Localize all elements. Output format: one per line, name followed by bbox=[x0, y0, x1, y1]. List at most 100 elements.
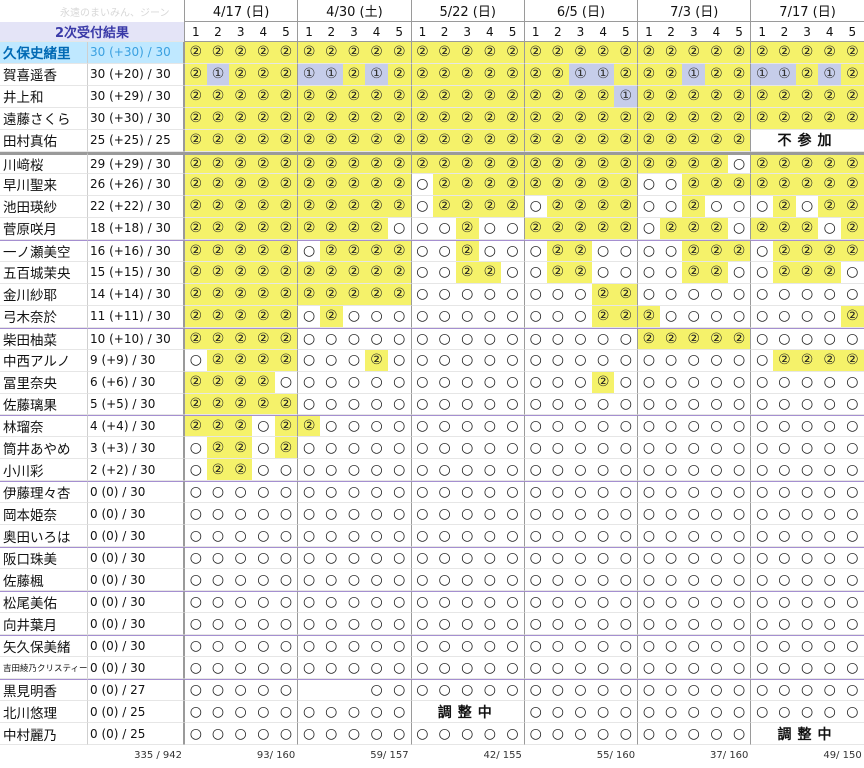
result-cell: ○ bbox=[433, 394, 456, 416]
result-cell: ○ bbox=[569, 723, 592, 745]
result-cell: ○ bbox=[387, 415, 411, 438]
result-cell: ○ bbox=[591, 613, 615, 636]
result-cell: ○ bbox=[433, 284, 456, 306]
result-cell: ○ bbox=[523, 503, 547, 526]
result-cell: ② bbox=[614, 107, 638, 130]
result-cell: ② bbox=[546, 85, 570, 108]
result-cell: ○ bbox=[637, 415, 660, 438]
result-cell: ○ bbox=[184, 657, 207, 680]
result-cell: ○ bbox=[773, 481, 796, 504]
result-cell: ○ bbox=[682, 547, 706, 570]
result-cell: ② bbox=[795, 217, 819, 240]
result-cell: ○ bbox=[297, 547, 320, 570]
result-cell: ○ bbox=[659, 262, 683, 284]
absence-label: 調整中 bbox=[410, 701, 524, 724]
result-cell: ② bbox=[229, 327, 252, 350]
result-cell: ○ bbox=[365, 635, 388, 658]
result-cell: ① bbox=[297, 63, 320, 86]
result-cell: ○ bbox=[455, 679, 479, 702]
result-cell: ② bbox=[659, 42, 683, 64]
result-cell: ○ bbox=[274, 503, 298, 526]
date-header: 6/5 (日) bbox=[523, 0, 638, 22]
result-cell: ○ bbox=[682, 613, 706, 636]
result-cell: ○ bbox=[523, 415, 547, 438]
result-cell: ○ bbox=[659, 350, 683, 372]
result-cell: ○ bbox=[523, 613, 547, 636]
result-cell: ○ bbox=[637, 459, 660, 482]
result-cell: ② bbox=[546, 129, 570, 152]
result-cell: ② bbox=[229, 85, 252, 108]
result-cell: ② bbox=[342, 129, 366, 152]
result-cell: ② bbox=[795, 85, 819, 108]
result-cell: ② bbox=[637, 63, 660, 86]
result-cell: ② bbox=[433, 107, 456, 130]
result-cell: ○ bbox=[387, 591, 411, 614]
part-number-header: 5 bbox=[841, 22, 864, 42]
result-cell: ○ bbox=[184, 591, 207, 614]
result-cell: ○ bbox=[795, 635, 819, 658]
result-cell: ○ bbox=[750, 371, 774, 394]
result-cell: ○ bbox=[410, 679, 434, 702]
result-cell: ○ bbox=[591, 350, 615, 372]
member-name: 阪口珠美 bbox=[0, 547, 88, 570]
member-name: 田村真佑 bbox=[0, 129, 88, 152]
member-score: 0 (0) / 25 bbox=[88, 723, 184, 745]
result-cell: ○ bbox=[206, 503, 230, 526]
result-cell: ② bbox=[818, 107, 842, 130]
result-cell: ② bbox=[795, 239, 819, 262]
result-cell: ② bbox=[841, 151, 864, 174]
result-cell: ○ bbox=[773, 306, 796, 328]
result-cell: ○ bbox=[773, 569, 796, 592]
result-cell: ○ bbox=[342, 701, 366, 724]
result-cell: ② bbox=[773, 107, 796, 130]
part-number-header: 1 bbox=[184, 22, 207, 42]
result-cell: ② bbox=[251, 217, 275, 240]
result-cell: ○ bbox=[523, 547, 547, 570]
result-cell: ○ bbox=[614, 547, 638, 570]
result-cell: ○ bbox=[705, 503, 728, 526]
result-cell: ② bbox=[546, 261, 570, 284]
result-cell: ② bbox=[569, 261, 592, 284]
result-cell: ○ bbox=[319, 481, 343, 504]
result-cell: ○ bbox=[501, 635, 524, 658]
result-cell: ② bbox=[750, 107, 774, 130]
date-header: 5/22 (日) bbox=[410, 0, 524, 22]
result-cell: ○ bbox=[410, 591, 434, 614]
result-cell: ○ bbox=[319, 635, 343, 658]
result-cell: ② bbox=[229, 151, 252, 174]
result-cell: ○ bbox=[591, 635, 615, 658]
result-cell: ○ bbox=[546, 481, 570, 504]
result-cell: ○ bbox=[478, 635, 502, 658]
result-cell: ② bbox=[614, 63, 638, 86]
result-cell: ② bbox=[614, 129, 638, 152]
result-cell: ○ bbox=[184, 547, 207, 570]
result-cell: ○ bbox=[546, 415, 570, 438]
result-cell: ○ bbox=[637, 547, 660, 570]
result-cell: ② bbox=[478, 129, 502, 152]
result-cell: ① bbox=[682, 63, 706, 86]
member-name: 柴田柚菜 bbox=[0, 327, 88, 350]
result-cell: ○ bbox=[818, 327, 842, 350]
result-cell: ② bbox=[591, 217, 615, 240]
result-cell: ○ bbox=[773, 635, 796, 658]
result-cell: ② bbox=[682, 151, 706, 174]
result-cell: ② bbox=[297, 85, 320, 108]
result-cell: ② bbox=[433, 129, 456, 152]
result-cell: ① bbox=[818, 63, 842, 86]
result-cell: ② bbox=[229, 437, 252, 460]
result-cell: ② bbox=[387, 283, 411, 306]
result-cell: ○ bbox=[455, 525, 479, 548]
result-cell: ○ bbox=[455, 547, 479, 570]
result-cell: ○ bbox=[659, 239, 683, 262]
result-cell: ○ bbox=[251, 679, 275, 702]
result-cell: ○ bbox=[206, 657, 230, 680]
member-score: 22 (+22) / 30 bbox=[88, 195, 184, 218]
result-cell: ② bbox=[637, 85, 660, 108]
result-cell: ○ bbox=[523, 701, 547, 724]
result-cell: ② bbox=[387, 107, 411, 130]
result-cell: ② bbox=[229, 261, 252, 284]
result-cell: ○ bbox=[591, 437, 615, 460]
result-cell: ○ bbox=[659, 613, 683, 636]
result-cell: ② bbox=[319, 239, 343, 262]
result-cell: ② bbox=[546, 195, 570, 218]
